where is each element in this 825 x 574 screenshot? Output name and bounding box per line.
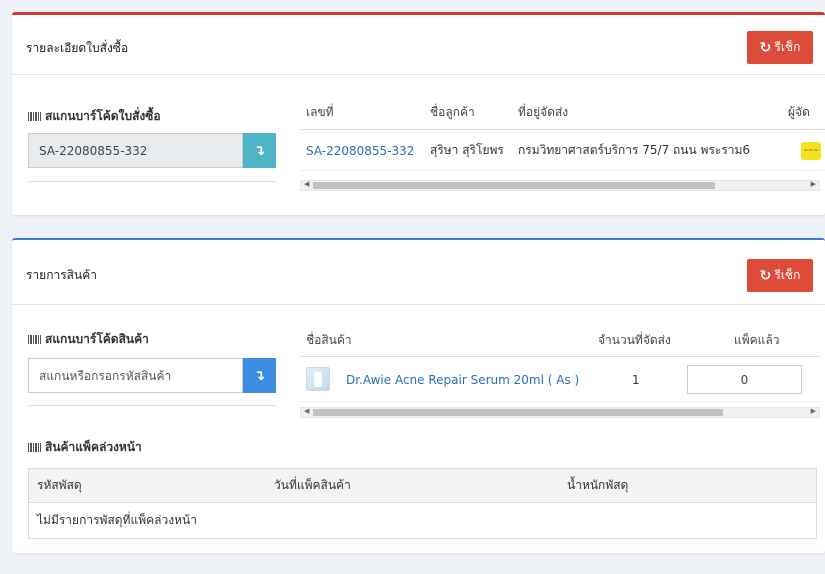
scroll-right-arrow-icon[interactable]: ▶: [811, 407, 816, 415]
product-scan-label: สแกนบาร์โค้ดสินค้า: [28, 330, 149, 349]
order-scan-input[interactable]: SA-22080855-332: [28, 133, 243, 168]
product-name-link[interactable]: Dr.Awie Acne Repair Serum 20ml ( As ): [346, 373, 579, 387]
col-customer: ชื่อลูกค้า: [430, 104, 475, 119]
order-scan-label: สแกนบาร์โค้ดใบสั่งซื้อ: [28, 107, 161, 126]
product-card-title: รายการสินค้า: [26, 268, 97, 282]
prepack-label-text: สินค้าแพ็คล่วงหน้า: [45, 440, 142, 454]
order-details-card: รายละเอียดใบสั่งซื้อ ↻ รีเช็ก สแกนบาร์โค…: [12, 12, 825, 215]
enter-arrow-icon: ↴: [253, 367, 266, 384]
barcode-icon: [28, 335, 41, 344]
product-table-header: ชื่อสินค้า จำนวนที่จัดส่ง แพ็คแล้ว: [300, 324, 820, 357]
product-table-row: Dr.Awie Acne Repair Serum 20ml ( As ) 1: [300, 358, 820, 402]
col-pack-date: วันที่แพ็คสินค้า: [274, 478, 351, 492]
product-refresh-label: รีเช็ก: [774, 268, 801, 282]
ship-qty: 1: [632, 372, 640, 387]
product-scan-input[interactable]: [28, 358, 243, 393]
barcode-icon: [28, 443, 41, 452]
prepack-table: รหัสพัสดุ วันที่แพ็คสินค้า น้ำหนักพัสดุ …: [28, 468, 817, 539]
order-no-link[interactable]: SA-22080855-332: [306, 144, 414, 158]
divider: [28, 181, 276, 182]
scroll-thumb[interactable]: [313, 182, 715, 189]
order-table-header: เลขที่ ชื่อลูกค้า ที่อยู่จัดส่ง ผู้จัด: [300, 95, 825, 130]
order-scan-label-text: สแกนบาร์โค้ดใบสั่งซื้อ: [45, 109, 161, 123]
scroll-thumb[interactable]: [313, 409, 723, 416]
refresh-icon: ↻: [759, 267, 772, 284]
col-handler: ผู้จัด: [788, 104, 810, 119]
scroll-left-arrow-icon[interactable]: ◀: [304, 180, 309, 188]
col-order-no: เลขที่: [306, 104, 334, 119]
product-list-card: รายการสินค้า ↻ รีเช็ก สแกนบาร์โค้ดสินค้า…: [12, 238, 825, 553]
customer-name: สุริษา สุริโยพร: [430, 143, 504, 157]
barcode-icon: [28, 112, 41, 121]
divider: [28, 405, 276, 406]
order-refresh-label: รีเช็ก: [774, 40, 801, 54]
col-product-name: ชื่อสินค้า: [306, 332, 352, 347]
prepack-empty-row: ไม่มีรายการพัสดุที่แพ็คล่วงหน้า: [37, 513, 197, 527]
order-table-row: SA-22080855-332 สุริษา สุริโยพร กรมวิทยา…: [300, 131, 825, 171]
shipping-address: กรมวิทยาศาสตร์บริการ 75/7 ถนน พระราม6: [518, 143, 751, 157]
product-table-scrollbar[interactable]: ◀ ▶: [300, 407, 820, 418]
col-parcel-weight: น้ำหนักพัสดุ: [567, 478, 629, 492]
scroll-left-arrow-icon[interactable]: ◀: [304, 407, 309, 415]
scroll-right-arrow-icon[interactable]: ▶: [811, 180, 816, 188]
order-scan-submit-button[interactable]: ↴: [243, 133, 276, 168]
prepack-table-header: รหัสพัสดุ วันที่แพ็คสินค้า น้ำหนักพัสดุ: [29, 469, 816, 503]
product-scan-group: ↴: [28, 358, 276, 393]
col-ship-qty: จำนวนที่จัดส่ง: [598, 332, 671, 347]
product-scan-submit-button[interactable]: ↴: [243, 358, 276, 393]
order-refresh-button[interactable]: ↻ รีเช็ก: [747, 31, 813, 64]
order-card-header: รายละเอียดใบสั่งซื้อ ↻ รีเช็ก: [12, 15, 825, 75]
order-table-scrollbar[interactable]: ◀ ▶: [300, 180, 820, 191]
handler-avatar: ~~~: [801, 141, 821, 160]
col-parcel-code: รหัสพัสดุ: [37, 478, 82, 492]
product-thumbnail: [306, 367, 330, 391]
col-address: ที่อยู่จัดส่ง: [518, 104, 569, 119]
col-packed: แพ็คแล้ว: [734, 332, 780, 347]
order-scan-group: SA-22080855-332 ↴: [28, 133, 276, 168]
prepack-label: สินค้าแพ็คล่วงหน้า: [28, 438, 142, 457]
product-scan-label-text: สแกนบาร์โค้ดสินค้า: [45, 332, 149, 346]
packed-qty-input[interactable]: [687, 365, 802, 394]
refresh-icon: ↻: [759, 39, 772, 56]
product-card-header: รายการสินค้า ↻ รีเช็ก: [12, 240, 825, 305]
enter-arrow-icon: ↴: [253, 142, 266, 159]
order-card-title: รายละเอียดใบสั่งซื้อ: [26, 41, 129, 55]
product-refresh-button[interactable]: ↻ รีเช็ก: [747, 259, 813, 292]
